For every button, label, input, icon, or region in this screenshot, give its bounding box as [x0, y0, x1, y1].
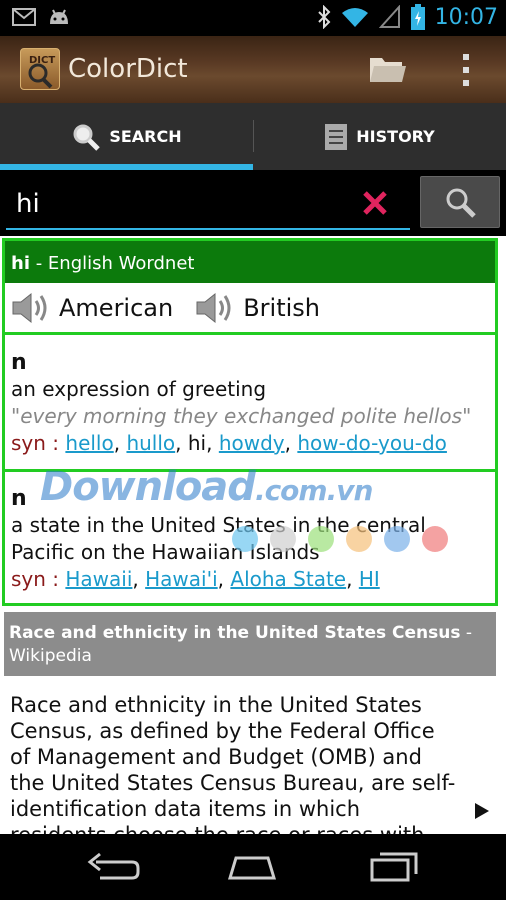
wiki-body: Race and ethnicity in the United States …: [10, 693, 456, 834]
speaker-icon: [196, 292, 231, 323]
wifi-icon: [341, 8, 368, 27]
search-button[interactable]: [420, 176, 500, 228]
synonym-link[interactable]: hello: [65, 431, 113, 455]
audio-row: American British: [5, 283, 495, 335]
action-bar: DICT ColorDict: [0, 36, 506, 103]
dot: [308, 526, 334, 552]
history-list-icon: [325, 123, 348, 150]
synonym-link[interactable]: how-do-you-do: [297, 431, 447, 455]
sense-1: n an expression of greeting "every morni…: [5, 349, 495, 457]
result-content: hi - English Wordnet American British n …: [0, 236, 506, 834]
synonym-link[interactable]: howdy: [219, 431, 285, 455]
tab-history[interactable]: HISTORY: [253, 103, 506, 170]
synonyms: syn : Hawaii, Hawai'i, Aloha State, HI: [11, 567, 380, 591]
wiki-source: Wikipedia: [9, 646, 92, 666]
wiki-header: Race and ethnicity in the United States …: [4, 612, 496, 676]
status-bar: 10:07: [0, 0, 506, 36]
synonym-link[interactable]: Hawaii: [65, 567, 132, 591]
watermark: Download.com.vn: [40, 464, 373, 510]
back-icon: [87, 852, 140, 880]
app-title: ColorDict: [68, 54, 188, 84]
tab-search[interactable]: SEARCH: [0, 103, 253, 170]
navigation-bar: [0, 834, 506, 900]
back-button[interactable]: [86, 850, 142, 884]
gmail-icon: [12, 8, 36, 26]
expand-arrow-button[interactable]: [474, 802, 490, 820]
synonyms: syn : hello, hullo, hi, howdy, how-do-yo…: [11, 431, 447, 455]
dot: [270, 526, 296, 552]
entry-source: - English Wordnet: [29, 253, 195, 274]
overflow-menu-button[interactable]: [454, 50, 478, 90]
watermark-main: Download: [40, 464, 256, 510]
magnifier-icon: [446, 188, 476, 218]
more-vertical-icon: [463, 54, 469, 86]
recent-apps-button[interactable]: [366, 850, 422, 884]
dot: [232, 526, 258, 552]
example: "every morning they exchanged polite hel…: [11, 404, 472, 428]
dot: [384, 526, 410, 552]
wiki-title: Race and ethnicity in the United States …: [9, 623, 461, 643]
home-icon: [227, 856, 277, 880]
signal-icon: [378, 5, 400, 28]
close-icon: [363, 191, 387, 215]
folder-icon: [370, 58, 406, 82]
definition: an expression of greeting: [11, 377, 267, 401]
app-icon: DICT: [20, 48, 60, 90]
clear-search-button[interactable]: [360, 188, 390, 218]
play-arrow-icon: [475, 803, 489, 819]
tab-divider: [253, 120, 254, 152]
clock: 10:07: [434, 4, 498, 30]
part-of-speech: n: [11, 350, 27, 375]
home-button[interactable]: [224, 850, 280, 884]
bluetooth-icon: [317, 5, 331, 29]
open-folder-button[interactable]: [368, 52, 408, 86]
watermark-suffix: .com.vn: [254, 474, 373, 507]
entry-header: hi - English Wordnet: [5, 241, 495, 283]
dot: [422, 526, 448, 552]
recent-apps-icon: [370, 852, 418, 882]
svg-text:DICT: DICT: [29, 55, 55, 66]
tab-history-label: HISTORY: [356, 127, 435, 146]
speaker-icon: [12, 292, 47, 323]
american-label: American: [59, 293, 174, 322]
synonym-link[interactable]: Aloha State: [230, 567, 346, 591]
tab-search-label: SEARCH: [109, 127, 182, 146]
synonym-link[interactable]: Hawai'i: [145, 567, 218, 591]
dot: [346, 526, 372, 552]
search-icon: [73, 124, 101, 151]
battery-icon: [410, 4, 425, 30]
search-input[interactable]: [6, 180, 410, 230]
synonym-text: hi: [187, 431, 207, 455]
android-icon: [50, 9, 68, 24]
synonym-link[interactable]: HI: [359, 567, 380, 591]
synonym-link[interactable]: hullo: [126, 431, 175, 455]
syn-label: syn: [11, 567, 46, 591]
american-audio-button[interactable]: American: [11, 290, 173, 326]
watermark-dots: [232, 526, 448, 552]
british-label: British: [243, 293, 321, 322]
syn-label: syn: [11, 431, 46, 455]
entry-word: hi: [11, 253, 30, 274]
british-audio-button[interactable]: British: [195, 290, 320, 326]
